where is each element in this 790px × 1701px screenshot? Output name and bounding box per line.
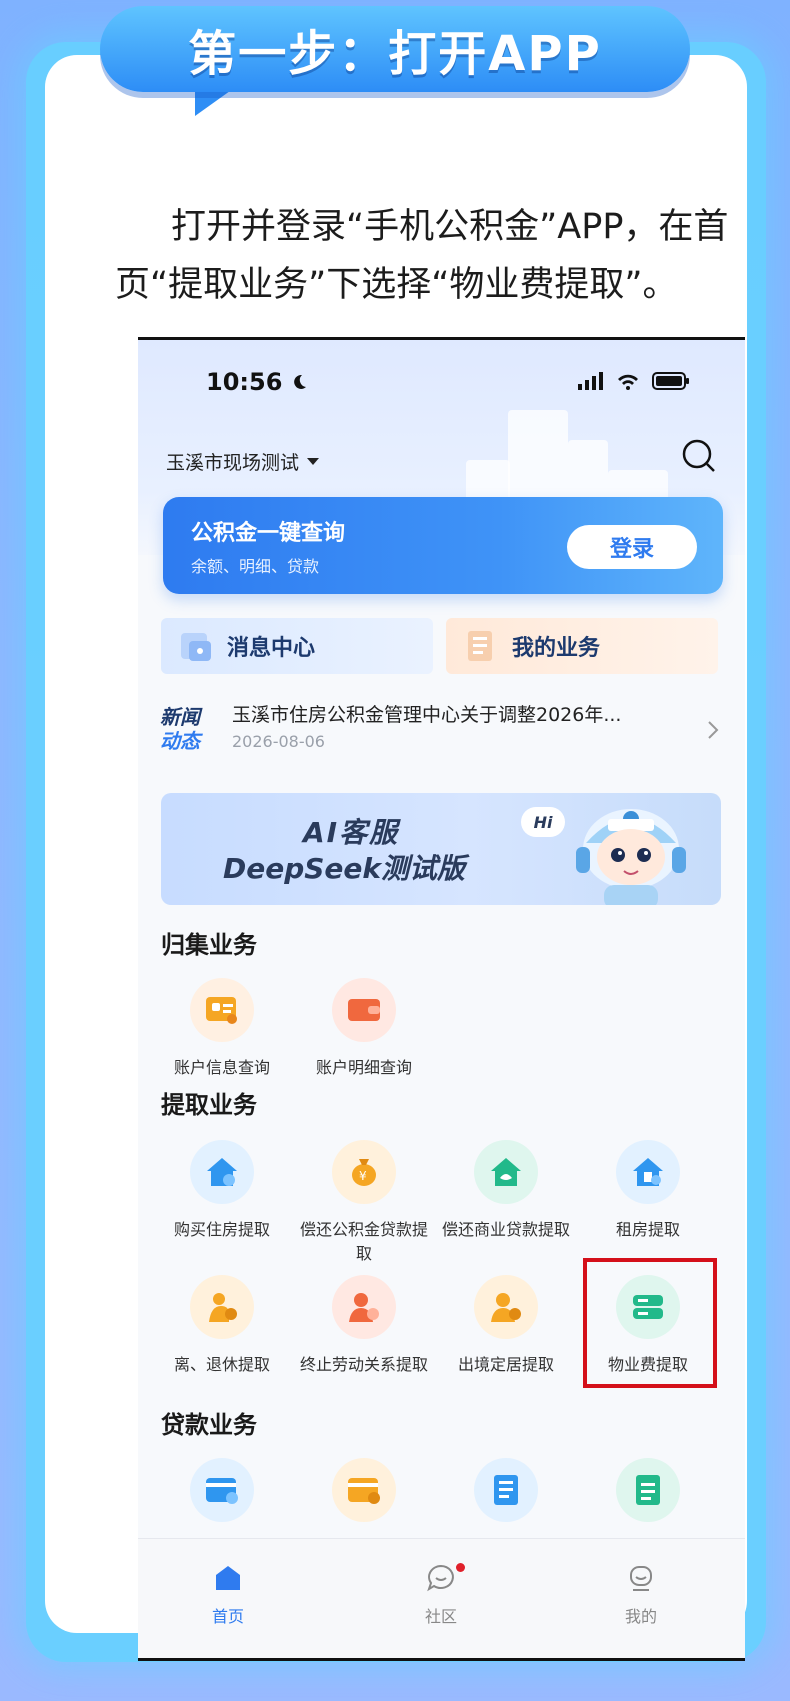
section-title-collection: 归集业务: [161, 931, 257, 959]
instruction-text: 打开并登录“手机公积金”APP，在首页“提取业务”下选择“物业费提取”。: [115, 207, 729, 305]
elder-icon: [190, 1275, 254, 1339]
grid-item-repay-commercial-loan[interactable]: 偿还商业贷款提取: [435, 1140, 577, 1242]
section-title-withdrawal: 提取业务: [161, 1091, 257, 1119]
my-business-button[interactable]: 我的业务: [446, 618, 718, 674]
document-icon: [468, 631, 492, 661]
grid-item-account-detail[interactable]: 账户明细查询: [293, 978, 435, 1080]
phone-screenshot: 10:56 玉溪市现场测试 公积金一键查询 余额、明细、贷款 登录 消息中心 我…: [138, 337, 745, 1661]
grid-item-buy-house[interactable]: 购买住房提取: [151, 1140, 293, 1242]
chevron-right-icon[interactable]: [707, 720, 719, 740]
grid-item-loan-1[interactable]: [151, 1458, 293, 1522]
status-icons: [578, 372, 690, 390]
grid-item-terminate-labor[interactable]: 终止劳动关系提取: [293, 1275, 435, 1377]
profile-icon: [630, 1566, 652, 1591]
battery-icon: [652, 372, 689, 390]
svg-text:¥: ¥: [359, 1169, 367, 1183]
person-exit-icon: [332, 1275, 396, 1339]
caret-down-icon: [307, 458, 320, 465]
city-selector[interactable]: 玉溪市现场测试: [166, 448, 320, 475]
house-icon: [190, 1140, 254, 1204]
chat-icon: [427, 1564, 454, 1592]
repay-document-icon: [616, 1458, 680, 1522]
id-card-icon: [190, 978, 254, 1042]
wallet-icon: [332, 978, 396, 1042]
bottom-tab-bar: 首页 社区 我的: [138, 1538, 745, 1658]
card-clock-icon: [190, 1458, 254, 1522]
wifi-icon: [618, 374, 638, 390]
step-title: 第一步：打开APP: [188, 26, 602, 82]
grid-item-retire[interactable]: 离、退休提取: [151, 1275, 293, 1377]
status-time: 10:56: [206, 368, 308, 396]
message-icon: [181, 633, 211, 661]
highlight-box-property-fee: [583, 1258, 717, 1388]
news-tag: 新闻 动态: [160, 705, 200, 753]
search-icon[interactable]: [681, 438, 717, 478]
grid-item-rent[interactable]: 租房提取: [577, 1140, 719, 1242]
building-icon: [616, 1140, 680, 1204]
notification-dot: [456, 1563, 465, 1572]
money-bag-icon: ¥: [332, 1140, 396, 1204]
grid-item-emigrate[interactable]: 出境定居提取: [435, 1275, 577, 1377]
card-check-icon: [332, 1458, 396, 1522]
login-button[interactable]: 登录: [567, 525, 697, 569]
grid-item-account-info[interactable]: 账户信息查询: [151, 978, 293, 1080]
tab-mine[interactable]: 我的: [581, 1563, 701, 1627]
grid-item-loan-4[interactable]: [577, 1458, 719, 1522]
tab-home[interactable]: 首页: [168, 1563, 288, 1627]
grid-item-loan-2[interactable]: [293, 1458, 435, 1522]
signal-icon: [578, 372, 603, 390]
grid-item-loan-3[interactable]: [435, 1458, 577, 1522]
ai-service-banner[interactable]: AI客服 DeepSeek测试版 Hi: [161, 793, 721, 905]
news-title[interactable]: 玉溪市住房公积金管理中心关于调整2026年...: [232, 700, 621, 727]
query-card-title: 公积金一键查询: [191, 521, 346, 546]
step-banner: 第一步：打开APP: [100, 6, 690, 92]
query-card-subtitle: 余额、明细、贷款: [191, 557, 320, 576]
section-title-loan: 贷款业务: [161, 1411, 257, 1439]
grid-item-repay-fund-loan[interactable]: ¥ 偿还公积金贷款提取: [293, 1140, 435, 1266]
fund-query-card[interactable]: 公积金一键查询 余额、明细、贷款 登录: [163, 497, 723, 594]
hi-bubble: Hi: [521, 807, 565, 837]
news-date: 2026-08-06: [232, 732, 325, 751]
instruction-card: 打开并登录“手机公积金”APP，在首页“提取业务”下选择“物业费提取”。 10:…: [45, 55, 747, 1661]
tab-community[interactable]: 社区: [381, 1563, 501, 1627]
robot-mascot-icon: [576, 809, 686, 905]
person-icon: [474, 1275, 538, 1339]
house-leaf-icon: [474, 1140, 538, 1204]
loan-document-icon: [474, 1458, 538, 1522]
home-icon: [216, 1566, 240, 1590]
message-center-button[interactable]: 消息中心: [161, 618, 433, 674]
moon-icon: [294, 374, 307, 389]
